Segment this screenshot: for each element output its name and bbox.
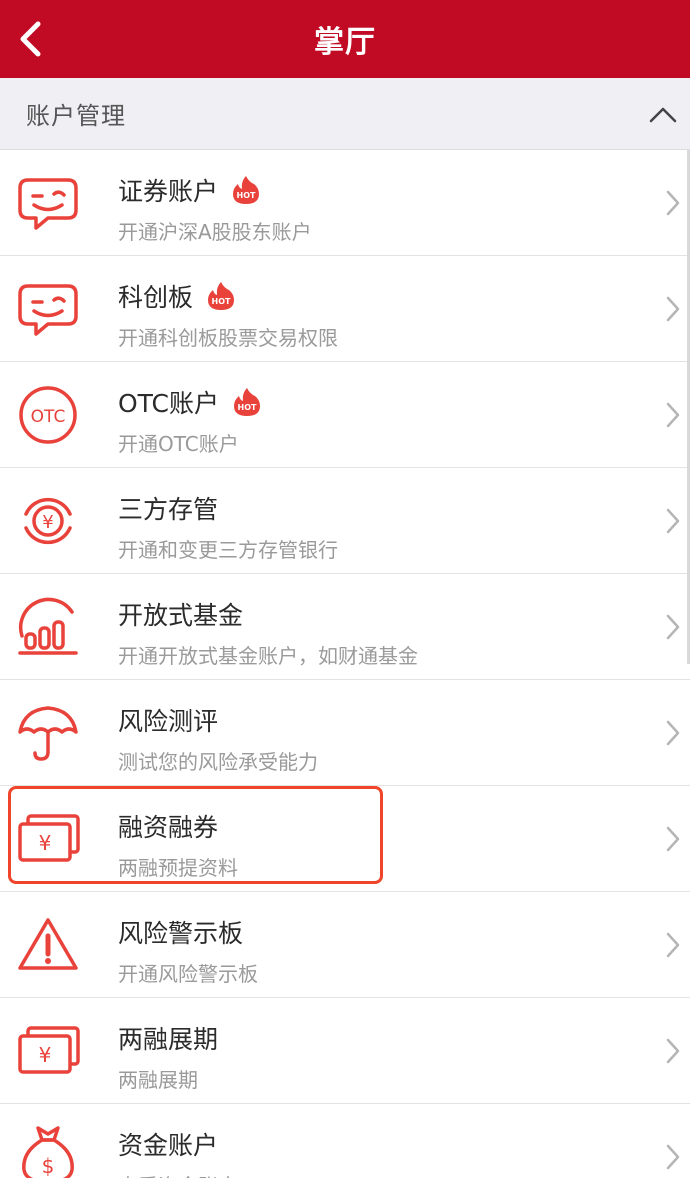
smile-chat-icon bbox=[18, 284, 78, 336]
list-item-third-party-custody[interactable]: ¥ 三方存管 开通和变更三方存管银行 bbox=[0, 468, 690, 574]
chevron-up-icon[interactable] bbox=[648, 100, 678, 128]
back-button[interactable] bbox=[8, 15, 52, 63]
list-item-open-end-fund[interactable]: 开放式基金 开通开放式基金账户，如财通基金 bbox=[0, 574, 690, 680]
warning-triangle-icon bbox=[18, 918, 78, 970]
list-item-fund-account[interactable]: $ 资金账户 查看资金账户 bbox=[0, 1104, 690, 1178]
item-title: 三方存管 bbox=[118, 490, 218, 526]
item-title: 资金账户 bbox=[118, 1126, 218, 1162]
chevron-left-icon bbox=[20, 21, 41, 57]
item-subtitle: 开通沪深A股股东账户 bbox=[118, 220, 312, 244]
item-subtitle: 开通风险警示板 bbox=[118, 962, 258, 986]
item-subtitle: 开通科创板股票交易权限 bbox=[118, 326, 338, 350]
svg-text:¥: ¥ bbox=[39, 1043, 52, 1067]
list-item-risk-warning-board[interactable]: 风险警示板 开通风险警示板 bbox=[0, 892, 690, 998]
list-item-margin-extension[interactable]: ¥ 两融展期 两融展期 bbox=[0, 998, 690, 1104]
yen-cards-icon: ¥ bbox=[18, 814, 80, 862]
item-subtitle: 开通和变更三方存管银行 bbox=[118, 538, 338, 562]
item-title-text: 科创板 bbox=[118, 283, 194, 312]
chevron-right-icon bbox=[666, 1038, 680, 1064]
yen-circle-icon: ¥ bbox=[24, 497, 72, 545]
chevron-right-icon bbox=[666, 826, 680, 852]
item-title-text: 资金账户 bbox=[118, 1131, 219, 1160]
item-subtitle: 两融预提资料 bbox=[118, 856, 238, 880]
chevron-right-icon bbox=[666, 190, 680, 216]
item-title: 两融展期 bbox=[118, 1020, 218, 1056]
item-title: 风险测评 bbox=[118, 702, 218, 738]
svg-text:HOT: HOT bbox=[237, 191, 256, 200]
item-title-text: OTC账户 bbox=[118, 389, 219, 418]
section-title: 账户管理 bbox=[26, 102, 126, 130]
money-bag-icon: $ bbox=[22, 1126, 74, 1178]
chevron-right-icon bbox=[666, 720, 680, 746]
list-item-otc-account[interactable]: OTC OTC账户 HOT 开通OTC账户 bbox=[0, 362, 690, 468]
chevron-right-icon bbox=[666, 296, 680, 322]
item-subtitle: 开通开放式基金账户，如财通基金 bbox=[118, 644, 418, 668]
item-title-text: 两融展期 bbox=[118, 1025, 219, 1054]
item-title: 融资融券 bbox=[118, 808, 218, 844]
item-title: 风险警示板 bbox=[118, 914, 243, 950]
svg-text:HOT: HOT bbox=[212, 297, 231, 306]
item-subtitle: 开通OTC账户 bbox=[118, 432, 239, 456]
account-list: 证券账户 HOT 开通沪深A股股东账户 科创板 HOT 开通科创板股票交易权限 bbox=[0, 150, 690, 1178]
smile-chat-icon bbox=[18, 178, 78, 230]
item-subtitle: 查看资金账户 bbox=[118, 1170, 238, 1178]
item-title-text: 开放式基金 bbox=[118, 601, 244, 630]
hot-badge-icon: HOT bbox=[233, 388, 260, 416]
item-title-text: 三方存管 bbox=[118, 495, 219, 524]
svg-text:OTC: OTC bbox=[31, 407, 66, 427]
section-header-account-management[interactable]: 账户管理 bbox=[0, 78, 690, 150]
item-title: 科创板 HOT bbox=[118, 278, 235, 314]
chevron-right-icon bbox=[666, 508, 680, 534]
chevron-right-icon bbox=[666, 402, 680, 428]
item-subtitle: 测试您的风险承受能力 bbox=[118, 750, 318, 774]
hot-badge-icon: HOT bbox=[233, 176, 260, 204]
yen-cards-icon: ¥ bbox=[18, 1026, 80, 1074]
top-bar: 掌厅 bbox=[0, 0, 690, 78]
page-title: 掌厅 bbox=[314, 25, 376, 60]
umbrella-icon bbox=[18, 706, 78, 761]
list-item-margin-trading[interactable]: ¥ 融资融券 两融预提资料 bbox=[0, 786, 690, 892]
hot-badge-icon: HOT bbox=[208, 282, 235, 310]
svg-text:HOT: HOT bbox=[237, 403, 256, 412]
otc-circle-icon: OTC bbox=[19, 386, 77, 444]
list-item-star-market[interactable]: 科创板 HOT 开通科创板股票交易权限 bbox=[0, 256, 690, 362]
item-title-text: 证券账户 bbox=[118, 177, 219, 206]
item-subtitle: 两融展期 bbox=[118, 1068, 198, 1092]
item-title: 开放式基金 bbox=[118, 596, 243, 632]
svg-text:$: $ bbox=[42, 1154, 55, 1178]
svg-text:¥: ¥ bbox=[39, 831, 52, 855]
item-title-text: 融资融券 bbox=[118, 813, 219, 842]
bar-growth-icon bbox=[18, 597, 78, 655]
list-item-securities-account[interactable]: 证券账户 HOT 开通沪深A股股东账户 bbox=[0, 150, 690, 256]
list-item-risk-assessment[interactable]: 风险测评 测试您的风险承受能力 bbox=[0, 680, 690, 786]
svg-text:¥: ¥ bbox=[42, 512, 53, 533]
item-title-text: 风险警示板 bbox=[118, 919, 244, 948]
chevron-right-icon bbox=[666, 1144, 680, 1170]
item-title: OTC账户 HOT bbox=[118, 384, 261, 420]
item-title: 证券账户 HOT bbox=[118, 172, 260, 208]
item-title-text: 风险测评 bbox=[118, 707, 219, 736]
chevron-right-icon bbox=[666, 614, 680, 640]
chevron-right-icon bbox=[666, 932, 680, 958]
